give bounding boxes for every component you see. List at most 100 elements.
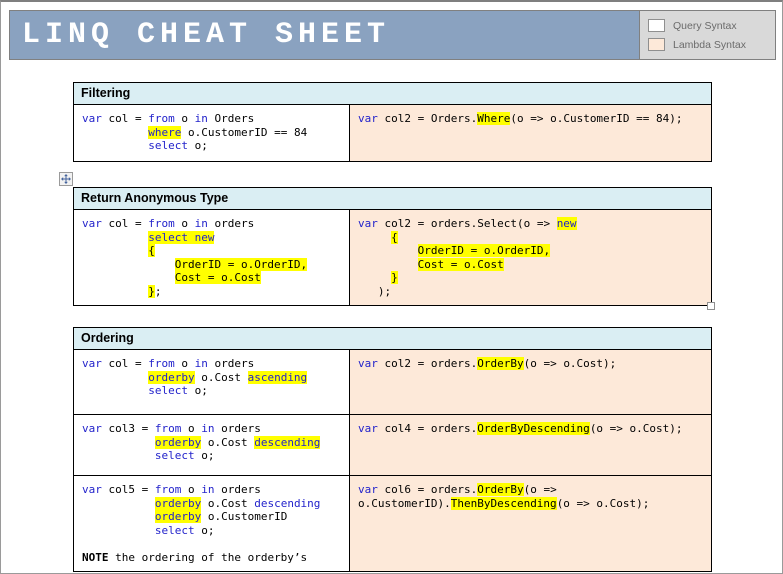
- code-segment: [82, 436, 155, 449]
- lambda-code: var col2 = Orders.Where(o => o.CustomerI…: [358, 112, 703, 126]
- code-segment: o: [181, 422, 201, 435]
- lambda-syntax-cell[interactable]: var col2 = orders.OrderBy(o => o.Cost);: [350, 350, 711, 414]
- code-segment: col =: [102, 357, 148, 370]
- code-segment: [82, 285, 148, 298]
- table-resize-handle[interactable]: [707, 302, 715, 310]
- code-segment: (o => o.CustomerID == 84);: [510, 112, 682, 125]
- lambda-code: var col2 = orders.OrderBy(o => o.Cost);: [358, 357, 703, 371]
- lambda-code: var col4 = orders.OrderByDescending(o =>…: [358, 422, 703, 436]
- lambda-syntax-cell[interactable]: var col4 = orders.OrderByDescending(o =>…: [350, 415, 711, 475]
- section-title: Return Anonymous Type: [73, 187, 712, 210]
- code-segment: [82, 231, 148, 244]
- syntax-legend: Query Syntax Lambda Syntax: [639, 11, 775, 59]
- code-segment: [82, 126, 148, 139]
- code-segment: col5 =: [102, 483, 155, 496]
- lambda-syntax-cell[interactable]: var col2 = orders.Select(o => new { Orde…: [350, 210, 711, 305]
- table-move-handle-icon[interactable]: [59, 172, 73, 186]
- code-segment: the ordering of the orderby’s: [109, 551, 308, 564]
- query-syntax-cell[interactable]: var col5 = from o in orders orderby o.Co…: [74, 476, 350, 571]
- code-segment: [82, 510, 155, 523]
- code-segment: orders: [214, 422, 260, 435]
- section-title: Ordering: [73, 327, 712, 350]
- code-segment: col6 = orders.: [378, 483, 477, 496]
- code-segment: o;: [188, 384, 208, 397]
- code-segment: o.CustomerID == 84: [181, 126, 307, 139]
- code-segment: select: [155, 524, 195, 537]
- code-segment: [82, 271, 175, 284]
- header: LINQ CHEAT SHEET Query Syntax Lambda Syn…: [9, 10, 776, 60]
- code-segment: [82, 449, 155, 462]
- query-syntax-cell[interactable]: var col3 = from o in orders orderby o.Co…: [74, 415, 350, 475]
- code-segment: orderby: [155, 436, 201, 449]
- code-segment: [82, 384, 148, 397]
- code-segment: var: [82, 422, 102, 435]
- code-segment: orders: [208, 357, 254, 370]
- query-code: var col3 = from o in orders orderby o.Co…: [82, 422, 341, 463]
- code-segment: var: [358, 217, 378, 230]
- legend-label: Lambda Syntax: [673, 39, 746, 51]
- example-row: var col3 = from o in orders orderby o.Co…: [73, 415, 712, 476]
- code-segment: orderby: [155, 510, 201, 523]
- code-segment: new: [557, 217, 577, 230]
- code-segment: o;: [195, 449, 215, 462]
- lambda-syntax-swatch: [648, 38, 665, 51]
- code-segment: from: [155, 483, 182, 496]
- code-segment: OrderID = o.OrderID,: [175, 258, 307, 271]
- code-segment: [358, 271, 391, 284]
- code-segment: where: [148, 126, 181, 139]
- code-segment: orderby: [155, 497, 201, 510]
- code-segment: {: [148, 244, 155, 257]
- code-segment: OrderBy: [477, 483, 523, 496]
- code-segment: select: [148, 384, 188, 397]
- code-segment: var: [358, 483, 378, 496]
- query-syntax-cell[interactable]: var col = from o in orders select new { …: [74, 210, 350, 305]
- code-segment: col =: [102, 112, 148, 125]
- code-segment: col =: [102, 217, 148, 230]
- code-segment: from: [148, 112, 175, 125]
- query-syntax-cell[interactable]: var col = from o in Orders where o.Custo…: [74, 105, 350, 161]
- legend-item-query: Query Syntax: [648, 19, 767, 32]
- legend-item-lambda: Lambda Syntax: [648, 38, 767, 51]
- code-segment: var: [82, 112, 102, 125]
- example-row: var col = from o in orders orderby o.Cos…: [73, 350, 712, 415]
- code-segment: o: [175, 217, 195, 230]
- code-segment: var: [82, 217, 102, 230]
- code-segment: o.Cost: [201, 497, 254, 510]
- code-segment: [82, 371, 148, 384]
- code-segment: col2 = Orders.: [378, 112, 477, 125]
- code-segment: [82, 497, 155, 510]
- code-segment: [358, 244, 418, 257]
- code-segment: orders: [214, 483, 260, 496]
- code-segment: ascending: [248, 371, 308, 384]
- code-segment: var: [82, 357, 102, 370]
- query-syntax-cell[interactable]: var col = from o in orders orderby o.Cos…: [74, 350, 350, 414]
- code-segment: (o => o.Cost);: [590, 422, 683, 435]
- code-segment: col3 =: [102, 422, 155, 435]
- code-segment: Where: [477, 112, 510, 125]
- code-segment: descending: [254, 497, 320, 510]
- lambda-syntax-cell[interactable]: var col2 = Orders.Where(o => o.CustomerI…: [350, 105, 711, 161]
- query-code: var col5 = from o in orders orderby o.Co…: [82, 483, 341, 564]
- code-segment: (o => o.Cost);: [524, 357, 617, 370]
- code-segment: Cost = o.Cost: [418, 258, 504, 271]
- code-segment: ThenByDescending: [451, 497, 557, 510]
- move-arrows-icon: [61, 174, 71, 184]
- lambda-syntax-cell[interactable]: var col6 = orders.OrderBy(o => o.Custome…: [350, 476, 711, 571]
- code-segment: }: [148, 285, 155, 298]
- code-segment: select: [148, 139, 188, 152]
- document-page: LINQ CHEAT SHEET Query Syntax Lambda Syn…: [0, 0, 783, 574]
- code-segment: o;: [195, 524, 215, 537]
- code-segment: OrderBy: [477, 357, 523, 370]
- code-segment: var: [358, 357, 378, 370]
- section-filtering: Filtering var col = from o in Orders whe…: [73, 82, 712, 162]
- code-segment: in: [195, 112, 208, 125]
- code-segment: col2 = orders.Select(o =>: [378, 217, 557, 230]
- code-segment: select new: [148, 231, 214, 244]
- code-segment: var: [82, 483, 102, 496]
- code-segment: o.Cost: [201, 436, 254, 449]
- code-segment: var: [358, 112, 378, 125]
- code-segment: NOTE: [82, 551, 109, 564]
- code-segment: descending: [254, 436, 320, 449]
- code-segment: [82, 258, 175, 271]
- code-segment: in: [201, 483, 214, 496]
